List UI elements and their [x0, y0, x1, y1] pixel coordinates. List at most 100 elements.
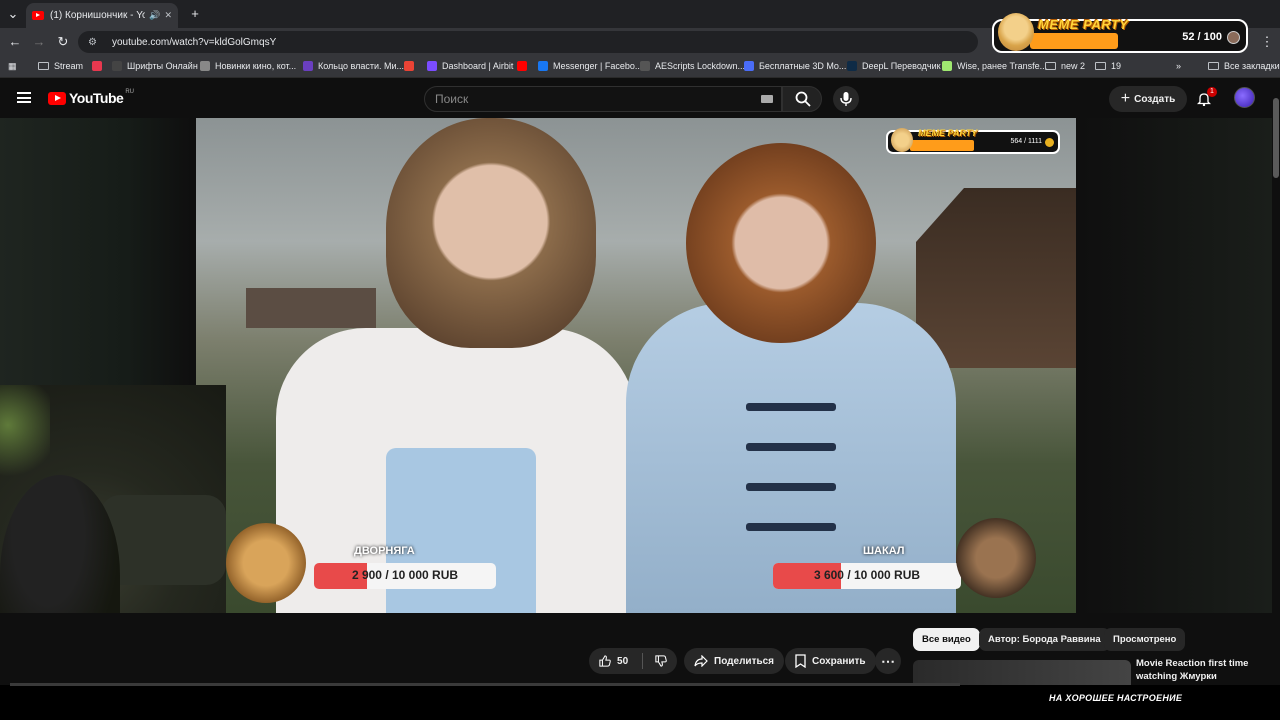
search-input[interactable]: Поиск	[424, 86, 782, 112]
folder-icon	[1045, 62, 1056, 70]
chip-author[interactable]: Автор: Борода Раввина	[979, 628, 1110, 651]
menu-icon[interactable]	[17, 92, 31, 103]
bookmark-item[interactable]: Новинки кино, кот...	[200, 61, 296, 71]
chip-watched[interactable]: Просмотрено	[1104, 628, 1186, 651]
youtube-favicon-icon	[32, 11, 44, 20]
bookmark-label: Шрифты Онлайн	[127, 61, 198, 71]
youtube-logo[interactable]: YouTube RU	[48, 89, 134, 106]
right-donation-bar: 3 600 / 10 000 RUB	[773, 563, 961, 589]
meme-party-mini-widget: MEME PARTY 564 / 1111	[886, 128, 1060, 154]
apps-icon[interactable]: ▦	[8, 61, 17, 72]
video-player[interactable]: MEME PARTY 564 / 1111 ДВОРНЯГА 2 900 / 1…	[196, 118, 1076, 613]
bookmark-item[interactable]: AEScripts Lockdown...	[640, 61, 745, 71]
bookmark-label: Dashboard | Airbit	[442, 61, 514, 71]
site-favicon-icon	[92, 61, 102, 71]
folder-icon	[1095, 62, 1106, 70]
left-donation-label: ДВОРНЯГА	[354, 545, 415, 557]
scrollbar-thumb[interactable]	[1273, 98, 1279, 178]
search-button[interactable]	[782, 86, 822, 112]
meme-count: 52 / 100	[1182, 31, 1222, 43]
save-button[interactable]: Сохранить	[785, 648, 876, 674]
voice-search-button[interactable]	[833, 86, 859, 112]
bookmark-item[interactable]	[92, 61, 107, 71]
bookmark-item[interactable]: Dashboard | Airbit	[427, 61, 513, 71]
bookmark-item[interactable]	[404, 61, 419, 71]
site-favicon-icon	[744, 61, 754, 71]
site-favicon-icon	[640, 61, 650, 71]
meme-party-logo: MEME PARTY	[1038, 17, 1129, 32]
site-favicon-icon	[200, 61, 210, 71]
new-tab-icon[interactable]: +	[186, 5, 204, 23]
share-icon	[694, 655, 708, 667]
bookmark-label: Новинки кино, кот...	[215, 61, 297, 71]
mini-coin-icon	[1045, 138, 1054, 147]
avatar[interactable]	[1234, 87, 1255, 108]
tab-close-icon[interactable]: ✕	[164, 10, 172, 21]
recommendation-title[interactable]: Movie Reaction first time watching Жмурк…	[1136, 657, 1266, 683]
horizontal-scroll-track[interactable]	[10, 683, 960, 686]
url-field[interactable]: ⚙ youtube.com/watch?v=kldGolGmqsY	[78, 31, 978, 53]
site-favicon-icon	[538, 61, 548, 71]
chip-all-videos[interactable]: Все видео	[913, 628, 980, 651]
bookmark-item[interactable]: Бесплатные 3D Mo...	[744, 61, 846, 71]
bookmark-label: DeepL Переводчик	[862, 61, 941, 71]
browser-menu-icon[interactable]: ⋮	[1258, 33, 1276, 51]
url-text: youtube.com/watch?v=kldGolGmqsY	[112, 36, 277, 48]
mini-meme-party-logo: MEME PARTY	[918, 128, 978, 138]
meme-progress-bar	[1030, 33, 1118, 49]
like-button[interactable]: 50	[589, 648, 677, 674]
bookmark-item[interactable]: new 2	[1045, 61, 1085, 71]
share-button[interactable]: Поделиться	[684, 648, 785, 674]
site-favicon-icon	[404, 61, 414, 71]
coin-icon	[1227, 31, 1240, 44]
bookmark-item[interactable]: 19	[1095, 61, 1121, 71]
more-bookmarks-icon[interactable]: »	[1176, 61, 1181, 71]
folder-icon	[38, 62, 49, 70]
more-actions-button[interactable]: ⋯	[875, 648, 901, 674]
bookmark-label: 19	[1111, 61, 1122, 71]
mini-meme-progress-bar	[910, 140, 974, 151]
back-icon[interactable]: ←	[6, 33, 24, 51]
thumbs-down-icon[interactable]	[655, 654, 667, 668]
bookmark-item[interactable]: Messenger | Facebo...	[538, 61, 642, 71]
folder-icon	[1208, 62, 1219, 70]
right-donation-label: ШАКАЛ	[863, 545, 905, 557]
site-favicon-icon	[942, 61, 952, 71]
forward-icon[interactable]: →	[30, 33, 48, 51]
bookmark-label: new 2	[1061, 61, 1086, 71]
site-favicon-icon	[112, 61, 122, 71]
keyboard-icon[interactable]	[761, 95, 773, 103]
site-favicon-icon	[427, 61, 437, 71]
create-label: Создать	[1134, 93, 1176, 105]
speaker-icon[interactable]: 🔊	[149, 10, 160, 21]
bookmark-item[interactable]	[517, 61, 532, 71]
bookmark-label: Messenger | Facebo...	[553, 61, 643, 71]
youtube-play-icon	[48, 91, 66, 105]
region-code: RU	[125, 89, 134, 95]
left-donation-bar: 2 900 / 10 000 RUB	[314, 563, 496, 589]
create-button[interactable]: + Создать	[1109, 86, 1187, 112]
bookmark-item[interactable]: Кольцо власти. Ми...	[303, 61, 404, 71]
bookmark-item[interactable]: DeepL Переводчик	[847, 61, 941, 71]
bookmark-label: Кольцо власти. Ми...	[318, 61, 405, 71]
bookmark-item[interactable]: Stream	[38, 61, 83, 71]
reload-icon[interactable]: ↻	[54, 33, 72, 51]
bookmark-label: Все закладки	[1224, 61, 1280, 71]
tab-title: (1) Корнишончик - YouTube	[50, 10, 146, 21]
save-label: Сохранить	[812, 655, 866, 667]
bookmark-item[interactable]: Шрифты Онлайн	[112, 61, 198, 71]
browser-tab-active[interactable]: (1) Корнишончик - YouTube 🔊 ✕	[26, 3, 178, 28]
notification-badge: 1	[1207, 87, 1217, 97]
dog-avatar-icon	[226, 523, 306, 603]
bookmark-item[interactable]: Wise, ранее Transfe...	[942, 61, 1047, 71]
bookmark-item[interactable]: Все закладки	[1208, 61, 1280, 71]
youtube-wordmark: YouTube	[69, 90, 124, 106]
youtube-header: YouTube RU Поиск + Создать 1	[0, 78, 1272, 120]
page-scrollbar[interactable]	[1272, 78, 1280, 685]
mini-meme-count: 564 / 1111	[1010, 138, 1042, 145]
site-info-icon[interactable]: ⚙	[88, 37, 102, 48]
bookmark-label: AEScripts Lockdown...	[655, 61, 746, 71]
tab-list-icon[interactable]: ⌄	[4, 5, 22, 23]
jackal-avatar-icon	[956, 518, 1036, 598]
share-label: Поделиться	[714, 655, 775, 667]
